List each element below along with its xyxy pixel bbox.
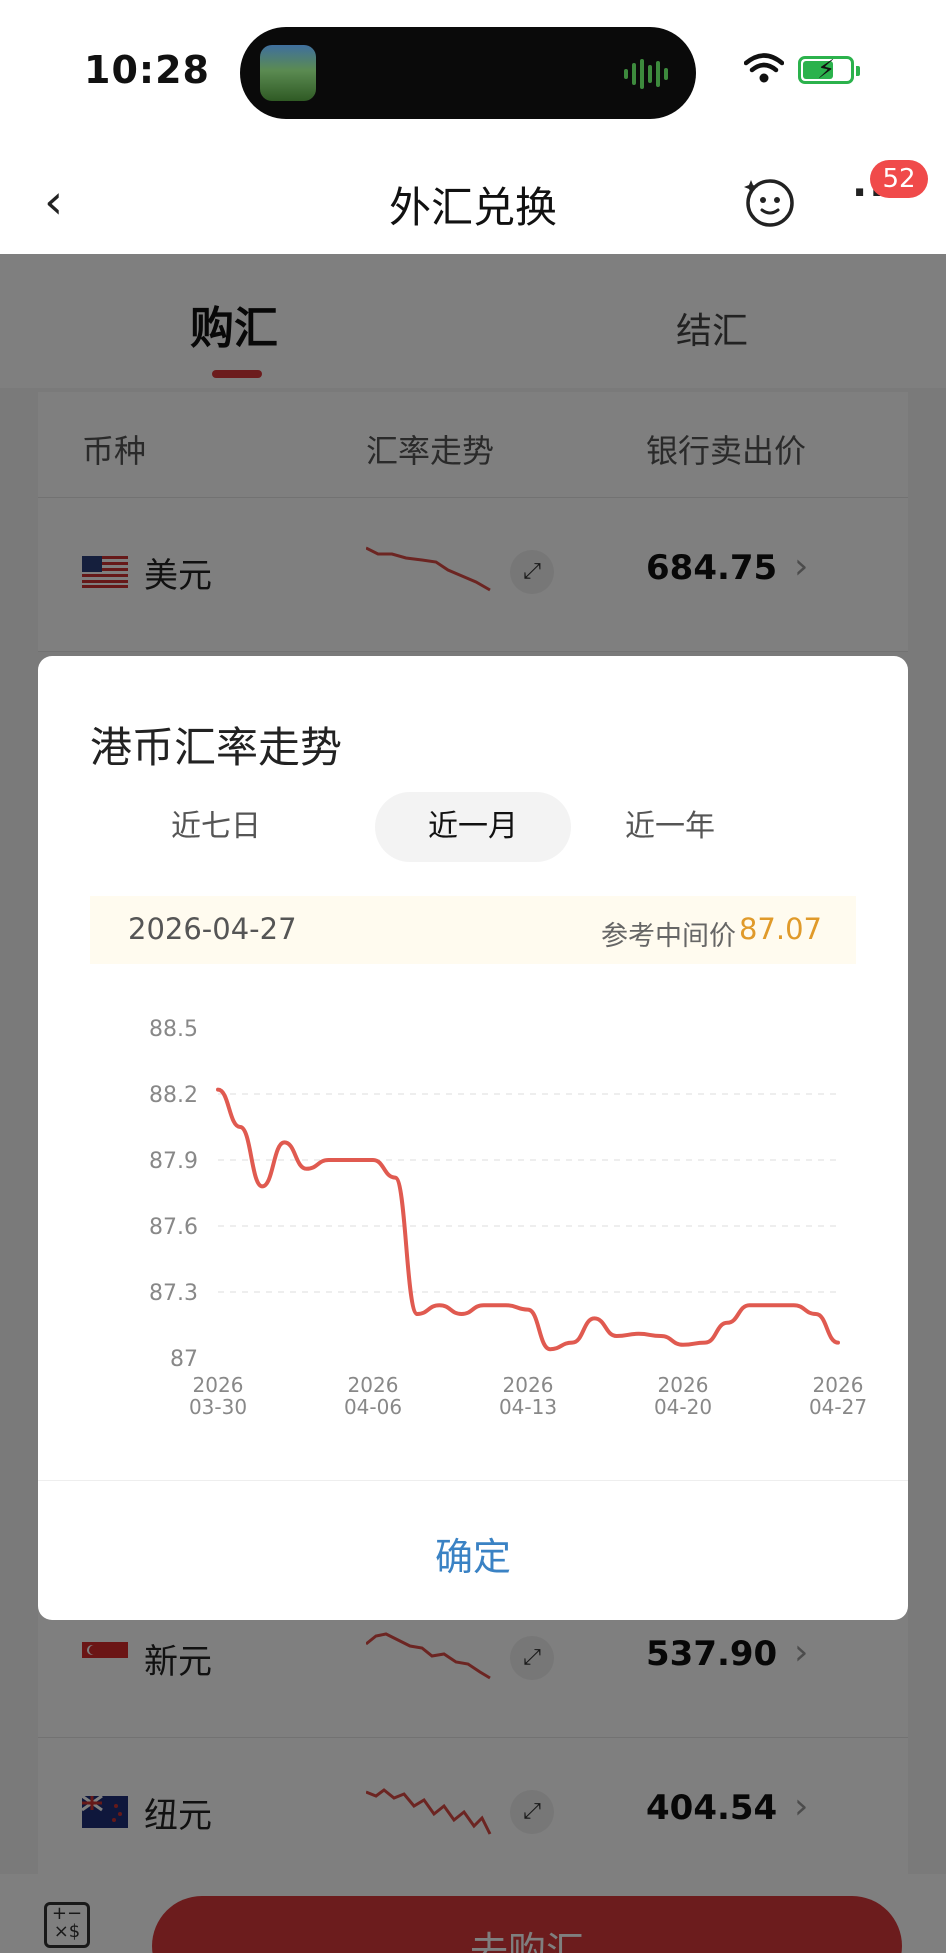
mid-rate-label: 参考中间价 [601, 921, 736, 952]
notification-badge: 52 [870, 160, 928, 198]
status-time: 10:28 [84, 48, 210, 92]
audio-wave-icon [624, 59, 670, 89]
x-tick-label: 2026 [193, 1373, 244, 1397]
x-tick-label: 04-06 [344, 1395, 402, 1419]
x-tick-label: 04-20 [654, 1395, 712, 1419]
y-tick-label: 87.3 [149, 1281, 198, 1306]
y-tick-label: 88.5 [149, 1017, 198, 1042]
dialog-divider [38, 1480, 908, 1481]
y-tick-label: 88.2 [149, 1083, 198, 1108]
x-tick-label: 04-13 [499, 1395, 557, 1419]
period-selector: 近七日 近一月 近一年 [38, 792, 908, 862]
confirm-button[interactable]: 确定 [38, 1526, 908, 1581]
rate-trend-dialog: 港币汇率走势 近七日 近一月 近一年 2026-04-27 参考中间价 87.0… [38, 656, 908, 1620]
y-tick-label: 87.6 [149, 1215, 198, 1240]
now-playing-artwork [260, 45, 316, 101]
assistant-face-icon[interactable] [744, 176, 796, 228]
mid-rate-value: 87.07 [738, 912, 822, 946]
selected-point-info: 2026-04-27 参考中间价 87.07 [90, 896, 856, 964]
battery-icon: ⚡ [798, 55, 860, 85]
period-1y[interactable]: 近一年 [572, 792, 768, 862]
wifi-icon [744, 53, 784, 83]
page-title: 外汇兑换 [388, 183, 557, 232]
x-tick-label: 04-27 [809, 1395, 867, 1419]
x-tick-label: 03-30 [189, 1395, 247, 1419]
x-tick-label: 2026 [658, 1373, 709, 1397]
x-tick-label: 2026 [348, 1373, 399, 1397]
x-tick-label: 2026 [813, 1373, 864, 1397]
dialog-title: 港币汇率走势 [90, 723, 343, 772]
rate-line-chart[interactable]: 88.588.287.987.687.387202603-30202604-06… [78, 988, 868, 1448]
nav-bar: ‹ 外汇兑换 ··· 52 [0, 140, 946, 254]
status-bar: 10:28 ⚡ [0, 0, 946, 140]
selected-date: 2026-04-27 [128, 912, 297, 946]
y-tick-label: 87 [170, 1347, 198, 1372]
y-tick-label: 87.9 [149, 1149, 198, 1174]
dynamic-island [240, 27, 696, 119]
x-tick-label: 2026 [503, 1373, 554, 1397]
period-1m[interactable]: 近一月 [375, 792, 571, 862]
series-line [216, 1087, 840, 1352]
period-7d[interactable]: 近七日 [118, 792, 314, 862]
